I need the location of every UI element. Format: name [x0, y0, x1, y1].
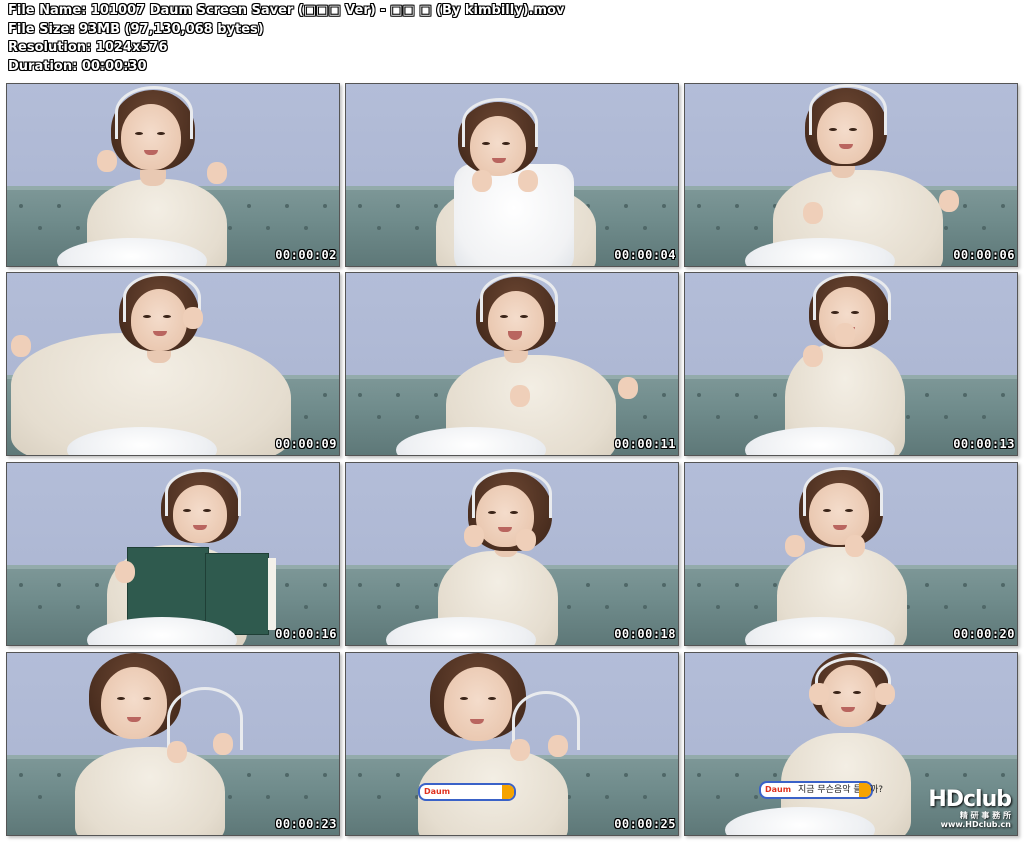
person-figure — [346, 273, 678, 455]
thumbnail-frame: 00:00:09 — [6, 272, 340, 456]
thumbnail-frame: 00:00:16 — [6, 462, 340, 646]
timecode: 00:00:09 — [275, 437, 337, 451]
thumbnail-frame: Daum 00:00:25 — [345, 652, 679, 836]
hdclub-watermark: HDclub 精 研 事 務 所 www.HDclub.cn — [928, 787, 1012, 830]
timecode: 00:00:02 — [275, 248, 337, 262]
thumbnail-frame: 00:00:11 — [345, 272, 679, 456]
daum-logo: Daum — [765, 785, 792, 794]
person-figure — [346, 84, 678, 266]
thumbnail-frame: 00:00:13 — [684, 272, 1018, 456]
person-figure — [685, 84, 1017, 266]
timecode: 00:00:16 — [275, 627, 337, 641]
thumbnail-frame: 00:00:06 — [684, 83, 1018, 267]
watermark-brand: HDclub — [928, 787, 1012, 812]
person-figure — [685, 463, 1017, 645]
watermark-url: www.HDclub.cn — [940, 820, 1011, 829]
person-figure — [346, 653, 678, 835]
person-figure — [7, 653, 339, 835]
thumbnail-frame: 00:00:02 — [6, 83, 340, 267]
thumbnail-frame: Daum 지금 무슨음악 들을까? HDclub 精 研 事 務 所 www.H… — [684, 652, 1018, 836]
thumbnail-frame: 00:00:23 — [6, 652, 340, 836]
timecode: 00:00:11 — [614, 437, 676, 451]
person-figure — [685, 273, 1017, 455]
daum-logo: Daum — [424, 787, 451, 796]
person-figure — [346, 463, 678, 645]
timecode: 00:00:06 — [953, 248, 1015, 262]
thumbnail-grid: 00:00:02 00:00:04 00:00:06 00:00:09 00:0… — [0, 0, 1024, 845]
daum-go-button — [859, 783, 871, 797]
thumbnail-frame: 00:00:20 — [684, 462, 1018, 646]
person-figure — [7, 273, 339, 455]
thumbnail-frame: 00:00:04 — [345, 83, 679, 267]
person-figure — [7, 84, 339, 266]
watermark-subtitle: 精 研 事 務 所 — [959, 811, 1011, 820]
timecode: 00:00:04 — [614, 248, 676, 262]
timecode: 00:00:20 — [953, 627, 1015, 641]
daum-search-bar: Daum — [418, 783, 516, 801]
timecode: 00:00:18 — [614, 627, 676, 641]
daum-go-button — [502, 785, 514, 799]
daum-search-bar: Daum 지금 무슨음악 들을까? — [759, 781, 883, 799]
thumbnail-frame: 00:00:18 — [345, 462, 679, 646]
timecode: 00:00:25 — [614, 817, 676, 831]
timecode: 00:00:13 — [953, 437, 1015, 451]
timecode: 00:00:23 — [275, 817, 337, 831]
